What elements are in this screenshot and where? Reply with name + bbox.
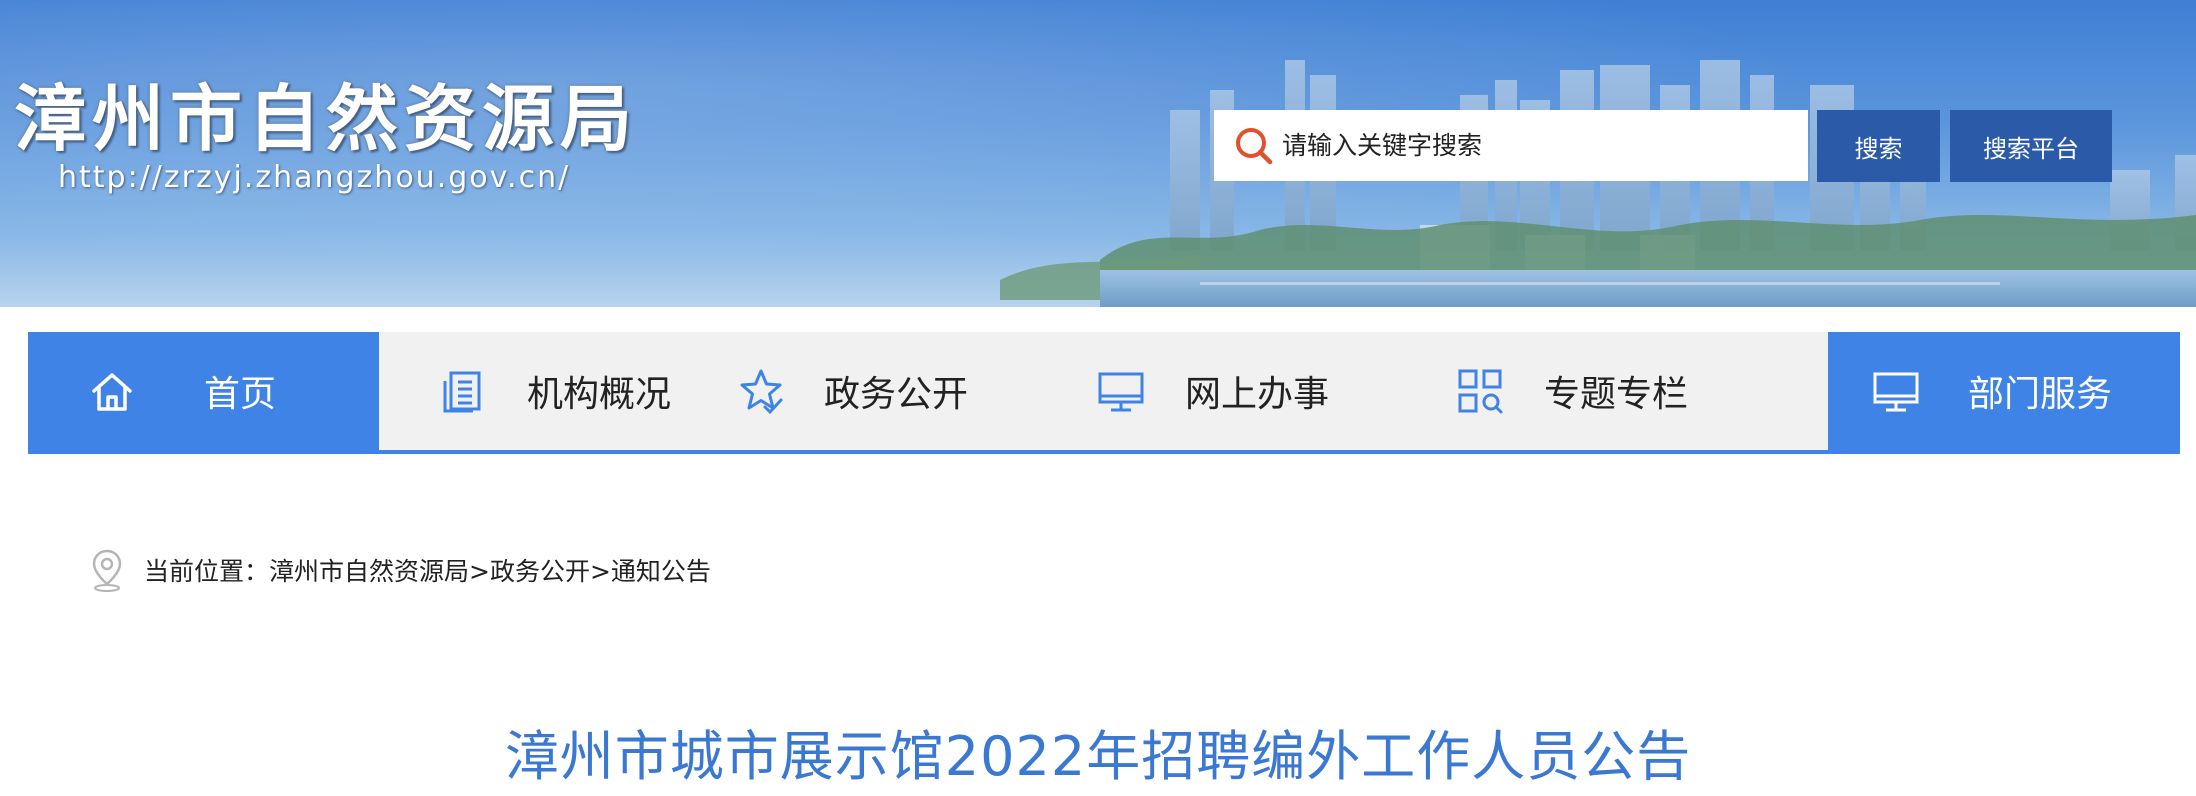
grid-search-icon: [1458, 369, 1503, 414]
nav-item-gov-open[interactable]: 政务公开: [737, 332, 1097, 450]
monitor-icon: [1873, 372, 1919, 412]
nav-item-dept-service[interactable]: 部门服务: [1828, 332, 2180, 450]
site-url: http://zrzyj.zhangzhou.gov.cn/: [58, 160, 571, 195]
nav-label-dept-service: 部门服务: [1968, 374, 2113, 415]
nav-item-home[interactable]: 首页: [28, 332, 379, 450]
nav-label-gov-open: 政务公开: [824, 374, 969, 415]
search-input[interactable]: [1280, 115, 1800, 176]
site-title: 漳州市自然资源局: [14, 77, 639, 161]
search-box[interactable]: [1214, 110, 1808, 181]
nav-item-special-topics[interactable]: 专题专栏: [1456, 332, 1828, 450]
nav-label-special-topics: 专题专栏: [1544, 374, 1689, 415]
nav-label-org: 机构概况: [527, 374, 672, 415]
breadcrumb-path[interactable]: 漳州市自然资源局>政务公开>通知公告: [269, 552, 711, 588]
nav-label-online-service: 网上办事: [1185, 374, 1330, 415]
location-pin-icon: [92, 549, 122, 592]
breadcrumb-prefix: 当前位置：: [144, 557, 270, 586]
nav-item-online-service[interactable]: 网上办事: [1097, 332, 1456, 450]
article-title: 漳州市城市展示馆2022年招聘编外工作人员公告: [504, 725, 1692, 788]
star-check-icon: [740, 369, 783, 415]
search-platform-button[interactable]: 搜索平台: [1950, 110, 2112, 182]
nav-item-org[interactable]: 机构概况: [379, 332, 737, 450]
search-button[interactable]: 搜索: [1817, 110, 1940, 182]
monitor-icon: [1098, 372, 1144, 412]
search-icon: [1236, 127, 1273, 164]
document-icon: [443, 371, 481, 413]
breadcrumb: 当前位置： 漳州市自然资源局>政务公开>通知公告: [90, 548, 711, 592]
header-banner: 漳州市自然资源局 http://zrzyj.zhangzhou.gov.cn/ …: [0, 0, 2196, 307]
nav-label-home: 首页: [204, 374, 277, 415]
main-nav: 首页 机构概况 政务公开 网上办事 专题专栏 部门服务: [28, 332, 2180, 454]
home-icon: [92, 373, 132, 411]
